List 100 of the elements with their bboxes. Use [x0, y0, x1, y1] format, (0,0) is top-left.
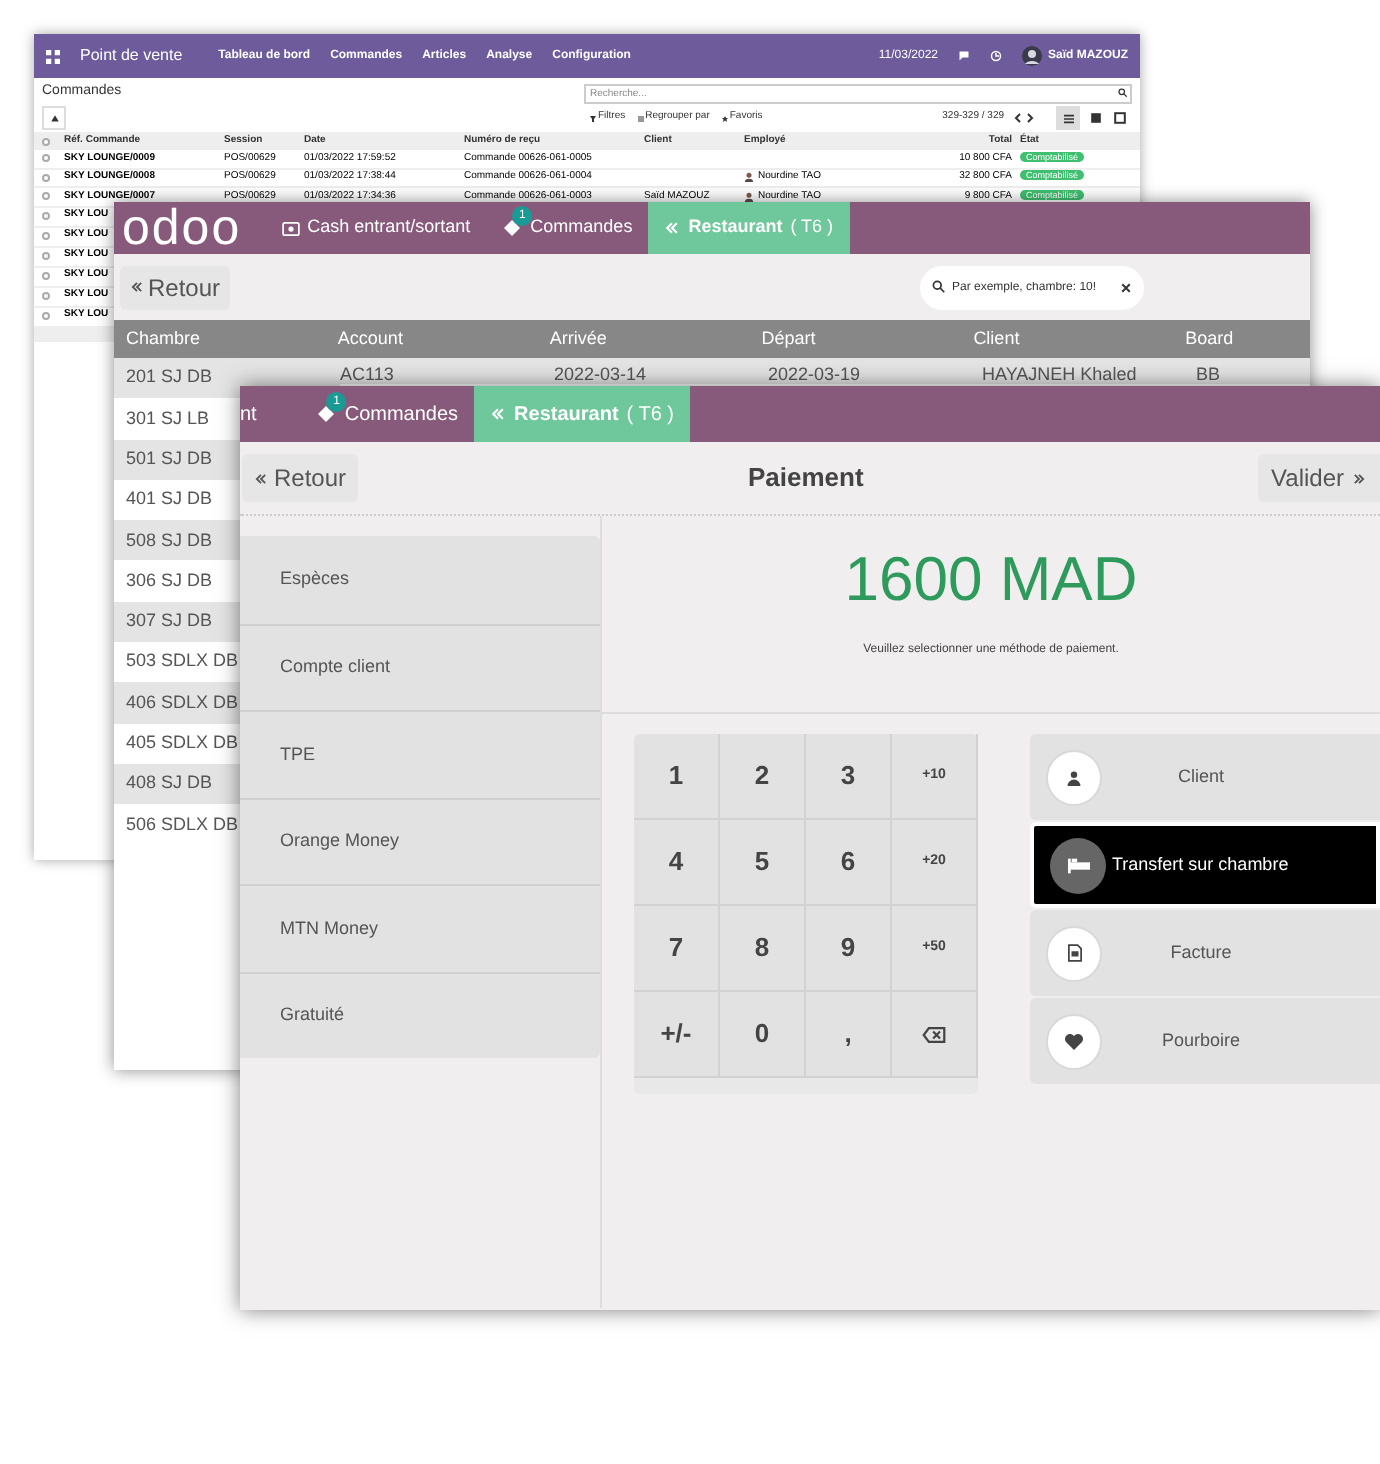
keypad-key[interactable]: 5	[720, 820, 806, 906]
payment-method-button[interactable]: Gratuité	[240, 971, 600, 1058]
keypad-key[interactable]: 8	[720, 906, 806, 992]
table-cell: 405 SDLX DB	[114, 723, 240, 764]
backspace-icon	[922, 1025, 946, 1043]
payment-method-button[interactable]: Orange Money	[240, 797, 600, 884]
tab-label: ( T6 )	[626, 401, 675, 429]
checkbox[interactable]	[42, 154, 50, 163]
column-header: Chambre	[126, 327, 201, 348]
grid-icon[interactable]	[1108, 106, 1132, 130]
backspace-key[interactable]	[892, 992, 978, 1078]
table-cell: 508 SJ DB	[114, 520, 240, 561]
double-chevron-icon	[490, 406, 507, 422]
checkbox[interactable]	[42, 173, 50, 182]
keypad-key[interactable]: 9	[806, 906, 892, 992]
star-icon	[721, 115, 728, 121]
close-icon[interactable]	[1120, 281, 1132, 293]
payment-option-button[interactable]: Transfert sur chambre	[1030, 822, 1380, 908]
column-header: Arrivée	[549, 327, 607, 348]
list-icon	[637, 115, 644, 121]
checkbox[interactable]	[42, 232, 50, 240]
keypad-key[interactable]: 4	[634, 820, 720, 906]
table-cell: 501 SJ DB	[114, 439, 240, 480]
heart-icon	[1064, 1032, 1084, 1050]
validate-button[interactable]: Valider	[1257, 454, 1380, 502]
table-cell: 503 SDLX DB	[114, 642, 240, 683]
double-chevron-icon	[130, 280, 144, 294]
checkbox[interactable]	[42, 312, 50, 320]
double-chevron-icon	[664, 220, 681, 236]
tab-label: Restaurant	[514, 403, 619, 425]
table-cell: HAYAJNEH Khaled	[982, 358, 1196, 384]
payment-option-button[interactable]: Pourboire	[1030, 998, 1380, 1084]
cash-icon	[281, 221, 300, 235]
tab-label: Commandes	[344, 403, 459, 425]
keypad-key[interactable]: 3	[806, 734, 892, 820]
list-icon	[1063, 113, 1073, 123]
column-header: Départ	[761, 327, 816, 348]
keypad-key[interactable]: 1	[634, 734, 720, 820]
clock-icon[interactable]	[990, 50, 1002, 62]
back-button[interactable]: Retour	[120, 265, 231, 309]
payment-method-button[interactable]: Compte client	[240, 623, 600, 710]
next-icon[interactable]	[1024, 112, 1036, 124]
document-icon	[1067, 944, 1081, 962]
tag-icon	[316, 404, 337, 424]
back-button[interactable]: Retour	[242, 454, 359, 502]
payment-method-button[interactable]: TPE	[240, 710, 600, 797]
table-cell: 307 SJ DB	[114, 601, 240, 643]
checkbox[interactable]	[42, 272, 50, 280]
table-cell: 2022-03-14	[554, 358, 768, 384]
tab[interactable]: Cash entrant/sortant	[265, 202, 487, 254]
bed-icon	[1067, 857, 1089, 873]
payment-method-button[interactable]: Espèces	[240, 536, 600, 623]
table-cell: 2022-03-19	[768, 358, 982, 384]
column-header: Client	[973, 327, 1020, 348]
upload-button[interactable]	[42, 106, 66, 130]
table-cell: AC113	[340, 358, 554, 384]
tab-label: nt	[240, 403, 257, 425]
checkbox[interactable]	[42, 212, 50, 220]
checkbox[interactable]	[42, 252, 50, 260]
list-view-button[interactable]	[1056, 106, 1080, 130]
keypad-key[interactable]: 6	[806, 820, 892, 906]
apps-menu-icon[interactable]	[46, 49, 60, 63]
logo: odoo	[120, 202, 244, 254]
checkbox[interactable]	[42, 192, 50, 201]
person-icon	[1066, 769, 1082, 785]
search-icon	[932, 280, 946, 294]
keypad-key[interactable]: 2	[720, 734, 806, 820]
checkbox[interactable]	[42, 137, 50, 145]
triangle-icon	[49, 113, 59, 123]
person-icon	[744, 191, 754, 202]
keypad-key[interactable]: 0	[720, 992, 806, 1078]
tab-label: Commandes	[530, 216, 633, 237]
app-title: Point de vente	[80, 44, 183, 68]
keypad-key[interactable]: 7	[634, 906, 720, 992]
avatar-icon	[1022, 46, 1042, 66]
payment-option-button[interactable]: Facture	[1030, 910, 1380, 996]
column-header: Board	[1185, 327, 1234, 348]
table-cell: 408 SJ DB	[114, 763, 240, 805]
tab-label: ( T6 )	[790, 214, 834, 241]
double-chevron-icon	[254, 471, 268, 485]
table-cell: 406 SDLX DB	[114, 682, 240, 724]
amount-due: 1600 MAD	[844, 548, 1138, 610]
previous-icon[interactable]	[1012, 112, 1024, 124]
table-cell: BB	[1196, 358, 1310, 384]
keypad-key[interactable]: +/-	[634, 992, 720, 1078]
page-title: Paiement	[748, 460, 864, 497]
keypad-key[interactable]: ,	[806, 992, 892, 1078]
tab-label: Cash entrant/sortant	[307, 216, 471, 237]
column-header: Account	[337, 327, 403, 348]
double-chevron-icon	[1352, 471, 1366, 485]
payment-option-button[interactable]: Client	[1030, 734, 1380, 820]
person-icon	[744, 172, 754, 183]
table-cell: 506 SDLX DB	[114, 804, 240, 846]
checkbox[interactable]	[42, 292, 50, 300]
search-icon[interactable]	[1118, 88, 1128, 98]
tag-icon	[502, 218, 523, 238]
tab-label: Restaurant	[688, 216, 783, 237]
payment-method-button[interactable]: MTN Money	[240, 884, 600, 971]
filter-icon	[590, 115, 596, 121]
chat-icon[interactable]	[958, 50, 970, 62]
